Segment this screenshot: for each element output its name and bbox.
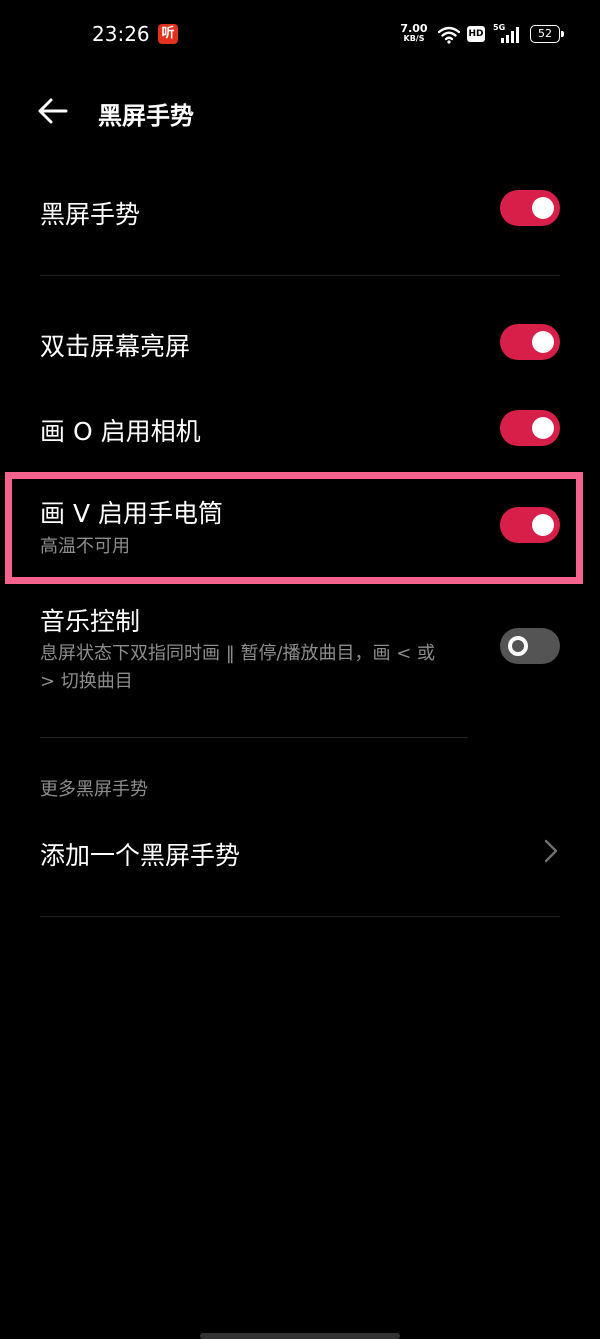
setting-title: 画 V 启用手电筒 (40, 499, 223, 528)
home-indicator[interactable] (200, 1333, 400, 1339)
draw-o-camera-toggle[interactable] (500, 410, 560, 446)
setting-row-music-control[interactable]: 音乐控制 息屏状态下双指同时画 ‖ 暂停/播放曲目，画 < 或 > 切换曲目 (0, 598, 600, 708)
status-time: 23:26 (92, 22, 150, 46)
section-header-more-gestures: 更多黑屏手势 (40, 779, 148, 800)
toggle-knob (532, 197, 554, 219)
chevron-right-icon (544, 839, 558, 863)
setting-title: 画 O 启用相机 (40, 417, 201, 446)
status-bar: 23:26 听 7.00 KB/S HD 5G 52 (0, 0, 600, 70)
divider (40, 275, 560, 276)
app-screen: 23:26 听 7.00 KB/S HD 5G 52 黑屏手势 黑屏手势 双击屏… (0, 0, 600, 1339)
add-gesture-row[interactable]: 添加一个黑屏手势 (0, 820, 600, 882)
hd-voice-icon: HD (467, 26, 485, 42)
setting-title: 音乐控制 (40, 607, 141, 636)
draw-v-flashlight-toggle[interactable] (500, 507, 560, 543)
cell-signal-icon (501, 27, 519, 43)
music-control-toggle[interactable] (500, 628, 560, 664)
page-title: 黑屏手势 (98, 102, 194, 130)
toggle-knob (508, 636, 528, 656)
setting-row-draw-o-camera[interactable]: 画 O 启用相机 (0, 400, 600, 458)
screen-off-gesture-toggle[interactable] (500, 190, 560, 226)
toggle-knob (532, 417, 554, 439)
listen-app-icon: 听 (158, 24, 178, 44)
setting-row-double-tap-wake[interactable]: 双击屏幕亮屏 (0, 315, 600, 370)
network-speed: 7.00 KB/S (400, 22, 428, 44)
toggle-knob (532, 514, 554, 536)
add-gesture-label: 添加一个黑屏手势 (40, 841, 241, 870)
divider (40, 737, 468, 738)
double-tap-wake-toggle[interactable] (500, 324, 560, 360)
setting-title: 双击屏幕亮屏 (40, 332, 191, 361)
toggle-knob (532, 331, 554, 353)
divider (40, 916, 560, 917)
wifi-icon (438, 26, 460, 44)
setting-subtitle-line-2: > 切换曲目 (40, 671, 133, 692)
network-speed-unit: KB/S (403, 34, 425, 43)
setting-row-screen-off-gesture[interactable]: 黑屏手势 (0, 180, 600, 240)
setting-row-draw-v-flashlight[interactable]: 画 V 启用手电筒 高温不可用 (0, 484, 600, 576)
setting-subtitle: 高温不可用 (40, 536, 130, 557)
setting-title: 黑屏手势 (40, 200, 141, 229)
back-arrow-icon[interactable] (36, 96, 70, 126)
network-speed-value: 7.00 (400, 22, 428, 35)
battery-icon: 52 (530, 25, 564, 43)
